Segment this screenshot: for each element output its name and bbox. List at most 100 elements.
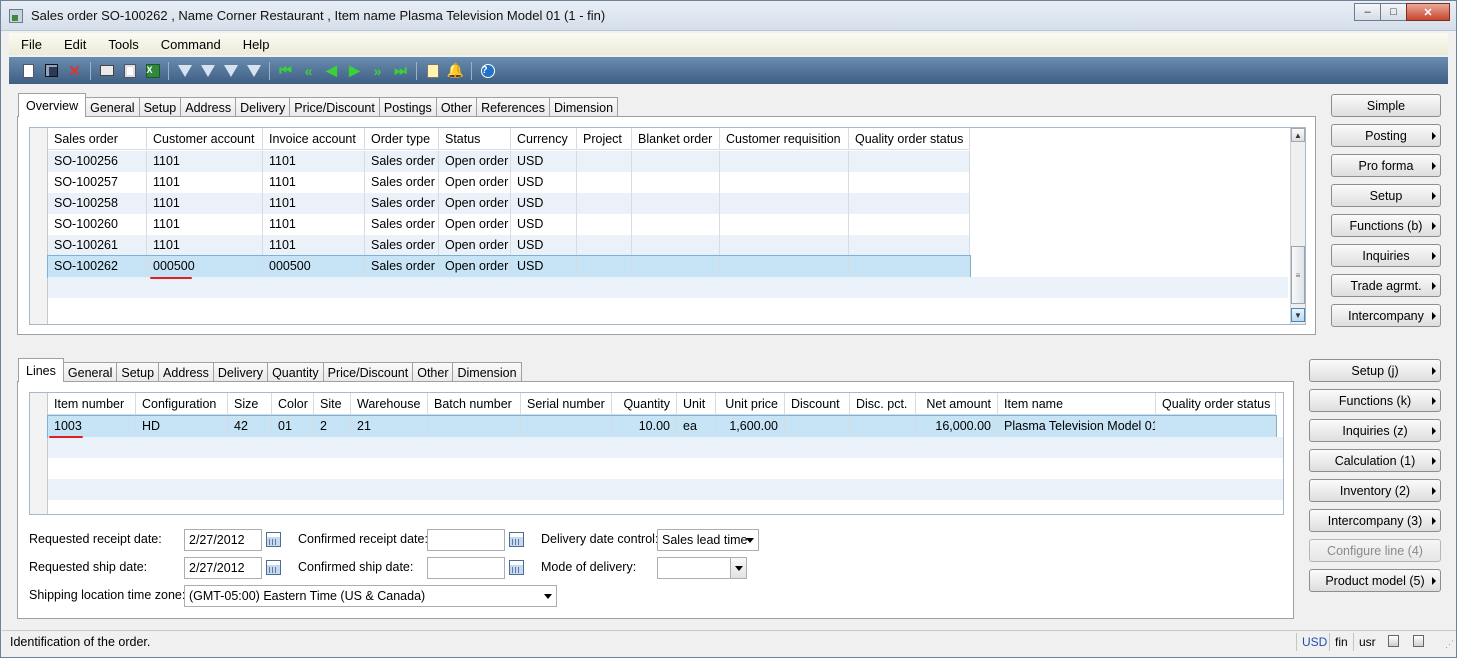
column-header-item-number[interactable]: Item number: [48, 393, 136, 415]
cell-invoice-account[interactable]: 000500: [263, 256, 365, 277]
resize-grip-icon[interactable]: ⋰: [1445, 639, 1454, 650]
cell-customer-requisition[interactable]: [720, 193, 849, 214]
column-header-size[interactable]: Size: [228, 393, 272, 415]
simple-button[interactable]: Simple: [1331, 94, 1441, 117]
delivery-date-control-select[interactable]: Sales lead time: [657, 529, 759, 551]
tab-line-quantity[interactable]: Quantity: [267, 362, 324, 382]
cell-currency[interactable]: USD: [511, 172, 577, 193]
new-icon[interactable]: [19, 61, 38, 80]
menu-tools[interactable]: Tools: [96, 37, 148, 52]
cell-project[interactable]: [577, 214, 632, 235]
mode-of-delivery-select[interactable]: [657, 557, 747, 579]
document-handling-icon[interactable]: [423, 61, 442, 80]
previous-page-icon[interactable]: «: [299, 61, 318, 80]
alert-icon[interactable]: 🔔: [446, 61, 465, 80]
tab-dimension[interactable]: Dimension: [549, 97, 619, 117]
posting-button[interactable]: Posting: [1331, 124, 1441, 147]
export-excel-icon[interactable]: X: [143, 61, 162, 80]
menu-command[interactable]: Command: [149, 37, 231, 52]
tab-setup[interactable]: Setup: [138, 97, 182, 117]
menu-edit[interactable]: Edit: [52, 37, 96, 52]
confirmed-receipt-date-field[interactable]: [427, 529, 505, 551]
functions-b-button[interactable]: Functions (b): [1331, 214, 1441, 237]
cell-currency[interactable]: USD: [511, 256, 577, 277]
column-header-quantity[interactable]: Quantity: [612, 393, 677, 415]
column-header-customer-requisition[interactable]: Customer requisition: [720, 128, 849, 150]
calendar-icon[interactable]: [509, 560, 524, 575]
table-row[interactable]: SO-100257 1101 1101 Sales order Open order US…: [48, 172, 970, 193]
tab-lines[interactable]: Lines: [18, 358, 64, 382]
last-record-icon[interactable]: ⏭: [391, 61, 410, 80]
table-row[interactable]: SO-100260 1101 1101 Sales order Open order US…: [48, 214, 970, 235]
line-setup-j-button[interactable]: Setup (j): [1309, 359, 1441, 382]
cell-item-name[interactable]: Plasma Television Model 01: [998, 416, 1156, 437]
cell-order-type[interactable]: Sales order: [365, 256, 439, 277]
column-header-serial-number[interactable]: Serial number: [521, 393, 612, 415]
calendar-icon[interactable]: [266, 560, 281, 575]
table-row[interactable]: SO-100258 1101 1101 Sales order Open order US…: [48, 193, 970, 214]
cell-sales-order[interactable]: SO-100262: [48, 256, 147, 277]
tab-line-address[interactable]: Address: [158, 362, 214, 382]
status-currency[interactable]: USD: [1296, 633, 1332, 651]
line-inventory-2-button[interactable]: Inventory (2): [1309, 479, 1441, 502]
next-record-icon[interactable]: ▶: [345, 61, 364, 80]
menu-help[interactable]: Help: [231, 37, 280, 52]
cell-quality-order-status[interactable]: [1156, 416, 1276, 437]
cell-disc-pct[interactable]: [850, 416, 916, 437]
minimize-button[interactable]: –: [1354, 3, 1381, 21]
first-record-icon[interactable]: ⏮: [276, 61, 295, 80]
column-header-blanket-order[interactable]: Blanket order: [632, 128, 720, 150]
intercompany-button[interactable]: Intercompany: [1331, 304, 1441, 327]
requested-receipt-date-field[interactable]: 2/27/2012: [184, 529, 262, 551]
column-header-batch-number[interactable]: Batch number: [428, 393, 521, 415]
cell-blanket-order[interactable]: [632, 151, 720, 172]
column-header-warehouse[interactable]: Warehouse: [351, 393, 428, 415]
column-header-currency[interactable]: Currency: [511, 128, 577, 150]
column-header-net-amount[interactable]: Net amount: [916, 393, 998, 415]
cell-quality-order-status[interactable]: [849, 172, 970, 193]
remove-filter-icon[interactable]: [244, 61, 263, 80]
tab-line-other[interactable]: Other: [412, 362, 454, 382]
cell-blanket-order[interactable]: [632, 235, 720, 256]
cell-order-type[interactable]: Sales order: [365, 235, 439, 256]
cell-order-type[interactable]: Sales order: [365, 193, 439, 214]
cell-blanket-order[interactable]: [632, 193, 720, 214]
column-header-status[interactable]: Status: [439, 128, 511, 150]
tab-line-setup[interactable]: Setup: [116, 362, 160, 382]
calendar-icon[interactable]: [266, 532, 281, 547]
setup-button[interactable]: Setup: [1331, 184, 1441, 207]
line-product-model-5-button[interactable]: Product model (5): [1309, 569, 1441, 592]
cell-status[interactable]: Open order: [439, 151, 511, 172]
cell-sales-order[interactable]: SO-100257: [48, 172, 147, 193]
previous-record-icon[interactable]: ◀: [322, 61, 341, 80]
print-icon[interactable]: [97, 61, 116, 80]
column-header-unit[interactable]: Unit: [677, 393, 716, 415]
cell-sales-order[interactable]: SO-100260: [48, 214, 147, 235]
tab-references[interactable]: References: [476, 97, 551, 117]
cell-invoice-account[interactable]: 1101: [263, 172, 365, 193]
tab-line-dimension[interactable]: Dimension: [452, 362, 522, 382]
save-icon[interactable]: [42, 61, 61, 80]
chevron-down-icon[interactable]: [730, 558, 746, 578]
line-calculation-1-button[interactable]: Calculation (1): [1309, 449, 1441, 472]
cell-customer-requisition[interactable]: [720, 172, 849, 193]
cell-status[interactable]: Open order: [439, 235, 511, 256]
cell-quality-order-status[interactable]: [849, 193, 970, 214]
cell-color[interactable]: 01: [272, 416, 314, 437]
tab-other[interactable]: Other: [435, 97, 478, 117]
cell-order-type[interactable]: Sales order: [365, 151, 439, 172]
pro-forma-button[interactable]: Pro forma: [1331, 154, 1441, 177]
tab-line-delivery[interactable]: Delivery: [212, 362, 269, 382]
cell-project[interactable]: [577, 172, 632, 193]
cell-item-number[interactable]: 1003: [48, 416, 136, 437]
cell-project[interactable]: [577, 151, 632, 172]
table-row[interactable]: SO-100261 1101 1101 Sales order Open order US…: [48, 235, 970, 256]
column-header-discount[interactable]: Discount: [785, 393, 850, 415]
cell-net-amount[interactable]: 16,000.00: [916, 416, 998, 437]
cell-project[interactable]: [577, 193, 632, 214]
cell-invoice-account[interactable]: 1101: [263, 193, 365, 214]
cell-customer-requisition[interactable]: [720, 214, 849, 235]
cell-unit-price[interactable]: 1,600.00: [716, 416, 785, 437]
tab-price-discount[interactable]: Price/Discount: [289, 97, 380, 117]
cell-sales-order[interactable]: SO-100256: [48, 151, 147, 172]
